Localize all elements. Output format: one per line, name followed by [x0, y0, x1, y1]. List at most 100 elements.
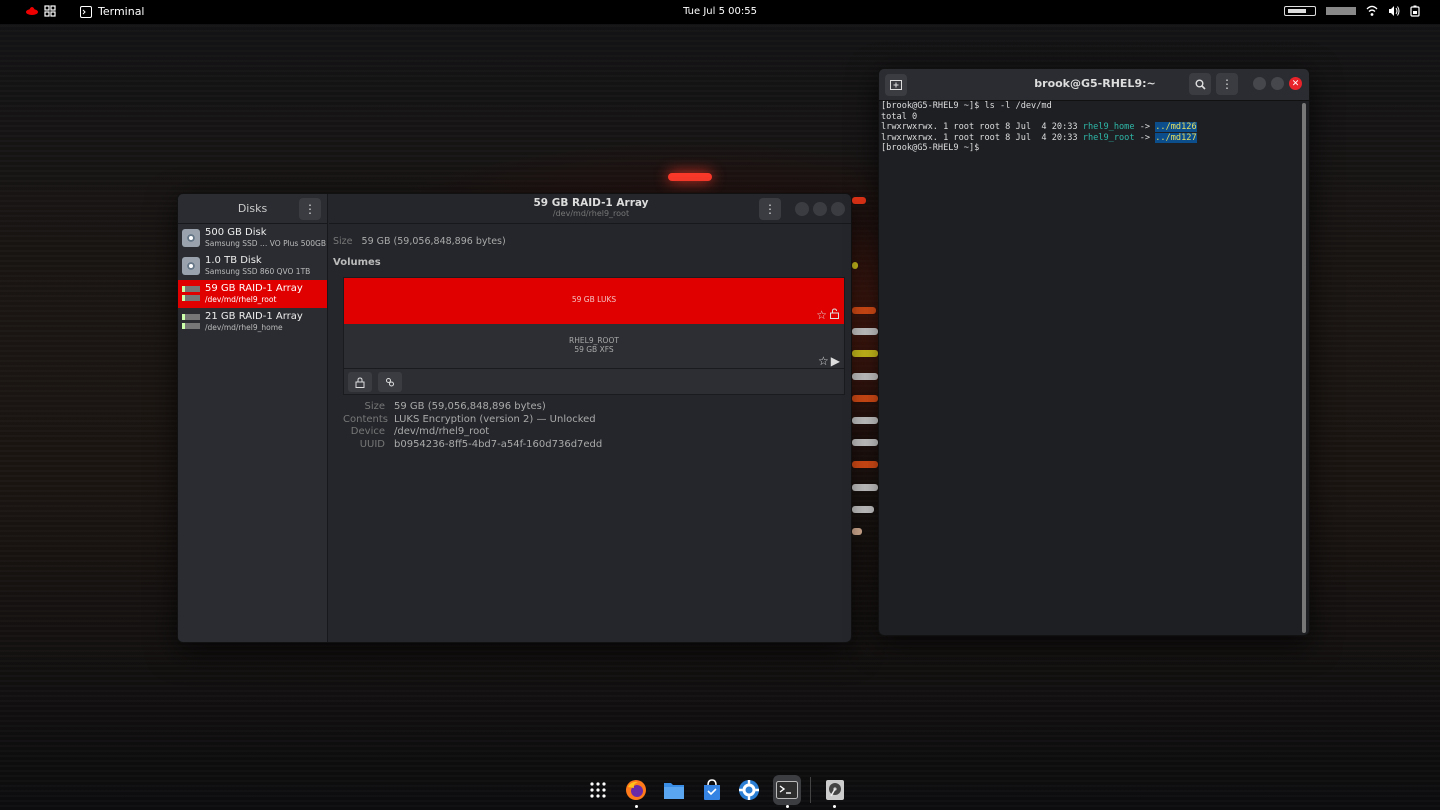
terminal-small-icon — [80, 5, 92, 18]
software-icon — [703, 779, 720, 800]
mount-play-icon: ▶ — [830, 354, 840, 368]
property-row: UUID b0954236-8ff5-4bd7-a54f-160d736d7ed… — [343, 438, 603, 452]
unlocked-icon — [830, 308, 839, 319]
wallpaper-stripe — [852, 417, 878, 424]
clock[interactable]: Tue Jul 5 00:55 — [683, 6, 757, 17]
terminal-close-button[interactable]: ✕ — [1289, 77, 1302, 90]
disks-icon — [825, 780, 844, 800]
activities-button[interactable] — [26, 5, 56, 17]
terminal-prompt: [brook@G5-RHEL9 ~]$ — [881, 143, 1301, 154]
drive-item-raid-root[interactable]: 59 GB RAID-1 Array /dev/md/rhel9_root — [178, 280, 327, 308]
sidebar-title: Disks — [237, 202, 268, 215]
disk-icon — [182, 229, 200, 247]
maximize-button[interactable] — [813, 202, 827, 216]
wallpaper-stripe — [852, 528, 862, 535]
disk-icon — [182, 257, 200, 275]
volumes-map: 59 GB LUKS ☆ RHEL9_ROOT 59 GB XFS ☆ ▶ — [343, 277, 845, 395]
symlink-target: ../md127 — [1155, 132, 1197, 143]
property-key: Contents — [343, 413, 388, 425]
drive-name: 500 GB Disk — [205, 227, 267, 238]
terminal-minimize-button[interactable] — [1253, 77, 1266, 90]
symlink-name: rhel9_root — [1082, 132, 1135, 143]
size-label: Size — [333, 236, 353, 247]
dock-disks[interactable] — [820, 775, 849, 808]
drive-item-1tb[interactable]: 1.0 TB Disk Samsung SSD 860 QVO 1TB — [178, 252, 327, 280]
running-indicator — [634, 805, 638, 808]
property-row: Size 59 GB (59,056,848,896 bytes) — [343, 401, 602, 414]
symlink-arrow: -> — [1134, 122, 1156, 132]
dock-files[interactable] — [659, 775, 688, 805]
dock-firefox[interactable] — [622, 775, 651, 808]
wallpaper-stripe — [852, 373, 878, 380]
terminal-line: [brook@G5-RHEL9 ~]$ ls -l /dev/md — [881, 101, 1052, 111]
running-indicator — [785, 805, 789, 808]
terminal-icon — [775, 781, 798, 799]
power-icon[interactable] — [1410, 5, 1420, 17]
terminal-maximize-button[interactable] — [1271, 77, 1284, 90]
kebab-menu-icon: ⋮ — [1221, 77, 1233, 91]
drive-model: Samsung SSD 860 QVO 1TB — [205, 267, 311, 276]
wallpaper-stripe — [852, 461, 878, 468]
wallpaper-stripe — [852, 350, 878, 357]
settings-button[interactable] — [378, 372, 402, 392]
raid-icon — [182, 314, 200, 330]
volume-icon[interactable] — [1388, 5, 1400, 17]
dock-terminal[interactable] — [772, 775, 802, 808]
volume-label: 59 GB LUKS — [571, 295, 617, 304]
network-icon[interactable] — [1366, 5, 1378, 17]
volume-properties: Size 59 GB (59,056,848,896 bytes) Conten… — [343, 401, 602, 451]
wallpaper-glow — [668, 173, 712, 181]
drive-menu-button[interactable]: ⋮ — [759, 198, 781, 220]
terminal-output[interactable]: [brook@G5-RHEL9 ~]$ ls -l /dev/md total 0… — [881, 101, 1301, 635]
wallpaper-stripe — [852, 262, 858, 269]
disks-window: Disks ⋮ 500 GB Disk Samsung SSD … VO Plu… — [177, 193, 852, 643]
symlink-name: rhel9_home — [1082, 122, 1135, 132]
property-value: 59 GB (59,056,848,896 bytes) — [394, 401, 546, 412]
volume-luks[interactable]: 59 GB LUKS ☆ — [344, 278, 844, 324]
volume-xfs[interactable]: RHEL9_ROOT 59 GB XFS ☆ ▶ — [344, 324, 844, 369]
prompt-text: [brook@G5-RHEL9 ~]$ — [881, 143, 985, 153]
system-tray[interactable] — [1284, 5, 1420, 17]
property-value: b0954236-8ff5-4bd7-a54f-160d736d7edd — [394, 438, 603, 450]
show-apps-button[interactable] — [584, 775, 613, 805]
property-key: UUID — [359, 438, 385, 450]
listing-prefix: lrwxrwxrwx. 1 root root 8 Jul 4 20:33 — [881, 132, 1083, 143]
drive-size-row: Size 59 GB (59,056,848,896 bytes) — [333, 236, 506, 247]
kebab-menu-icon: ⋮ — [764, 202, 776, 216]
keyboard-layout-indicator[interactable] — [1284, 6, 1316, 16]
sidebar-menu-button[interactable]: ⋮ — [299, 198, 321, 220]
wallpaper-stripe — [852, 484, 878, 491]
app-menu[interactable]: Terminal — [80, 5, 145, 18]
minimize-button[interactable] — [795, 202, 809, 216]
app-grid-icon — [590, 782, 606, 798]
drive-item-500gb[interactable]: 500 GB Disk Samsung SSD … VO Plus 500GB — [178, 224, 327, 252]
listing-prefix: lrwxrwxrwx. 1 root root 8 Jul 4 20:33 — [881, 122, 1083, 132]
files-icon — [663, 783, 684, 799]
drive-model: Samsung SSD … VO Plus 500GB — [205, 239, 326, 248]
terminal-title: brook@G5-RHEL9:~ — [1034, 77, 1156, 90]
drive-name: 1.0 TB Disk — [205, 255, 262, 266]
close-button[interactable] — [831, 202, 845, 216]
dock-software[interactable] — [697, 775, 726, 805]
terminal-search-button[interactable] — [1189, 73, 1211, 95]
dock-help[interactable] — [735, 775, 764, 805]
drive-item-raid-home[interactable]: 21 GB RAID-1 Array /dev/md/rhel9_home — [178, 308, 327, 336]
property-key: Size — [364, 401, 385, 412]
volume-type: 59 GB XFS — [574, 345, 614, 354]
volumes-heading: Volumes — [333, 257, 381, 268]
terminal-scrollbar[interactable] — [1302, 103, 1306, 633]
star-icon: ☆ — [816, 308, 827, 322]
wallpaper-stripe — [852, 328, 878, 335]
terminal-menu-button[interactable]: ⋮ — [1216, 73, 1238, 95]
volume-label: RHEL9_ROOT — [569, 336, 619, 345]
dock — [584, 773, 858, 808]
search-icon — [1195, 79, 1206, 90]
wallpaper-stripe — [852, 506, 874, 513]
gears-icon — [386, 378, 394, 387]
lock-button[interactable] — [348, 372, 372, 392]
symlink-target: ../md126 — [1155, 122, 1197, 132]
property-value: LUKS Encryption (version 2) — Unlocked — [394, 413, 596, 425]
input-indicator[interactable] — [1326, 7, 1356, 15]
drive-device: /dev/md/rhel9_root — [205, 295, 277, 304]
wallpaper-stripe — [852, 439, 878, 446]
